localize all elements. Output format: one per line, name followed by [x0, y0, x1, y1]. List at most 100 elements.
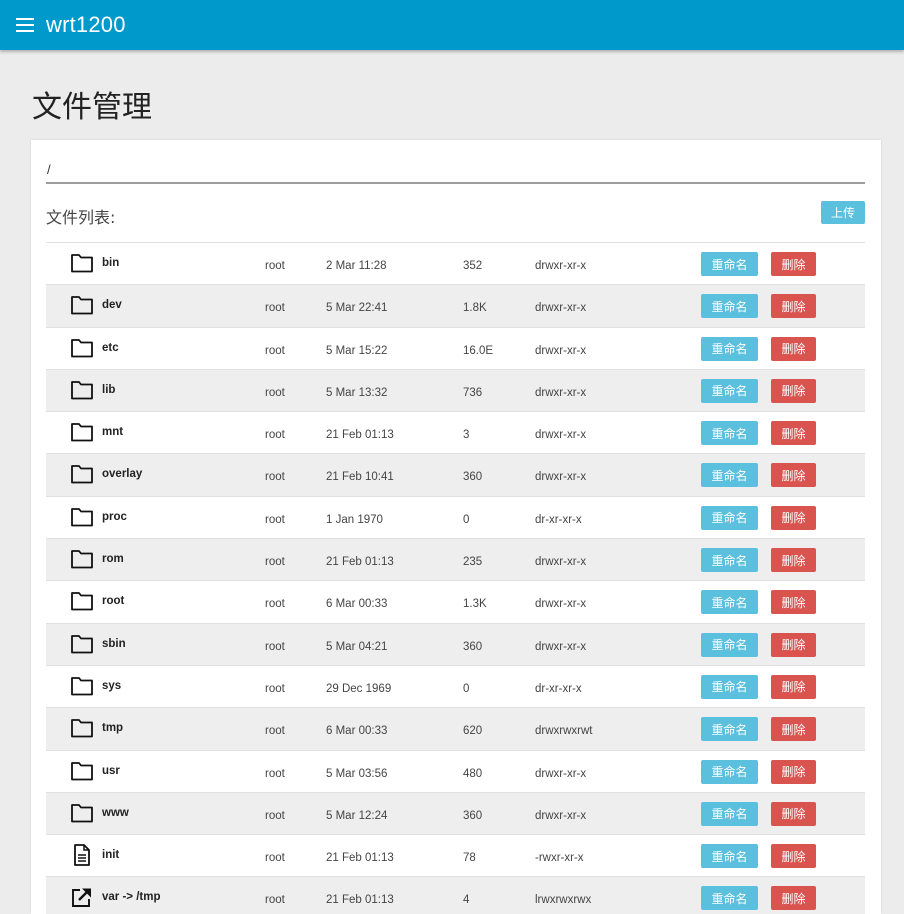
rename-button[interactable]: 重命名: [701, 844, 758, 869]
folder-icon: [70, 421, 94, 443]
file-row[interactable]: init root 21 Feb 01:13 78 -rwxr-xr-x 重命名…: [46, 835, 865, 878]
rename-button[interactable]: 重命名: [701, 336, 758, 361]
rename-button[interactable]: 重命名: [701, 801, 758, 826]
file-name[interactable]: rom: [102, 553, 124, 565]
file-owner: root: [265, 809, 285, 822]
file-permissions: drwxr-xr-x: [535, 640, 587, 653]
file-owner: root: [265, 344, 285, 357]
delete-button[interactable]: 删除: [771, 336, 816, 361]
file-name[interactable]: proc: [102, 511, 127, 523]
file-size: 736: [463, 386, 483, 399]
delete-button[interactable]: 删除: [771, 252, 816, 276]
rename-button[interactable]: 重命名: [701, 463, 758, 488]
rename-button[interactable]: 重命名: [701, 632, 758, 657]
rename-button[interactable]: 重命名: [701, 252, 758, 276]
file-row[interactable]: proc root 1 Jan 1970 0 dr-xr-xr-x 重命名 删除: [46, 496, 865, 540]
rename-button[interactable]: 重命名: [701, 294, 758, 319]
file-row[interactable]: bin root 2 Mar 11:28 352 drwxr-xr-x 重命名 …: [46, 243, 865, 286]
delete-button[interactable]: 删除: [771, 463, 816, 488]
file-date: 1 Jan 1970: [326, 513, 383, 526]
file-name[interactable]: www: [102, 807, 129, 819]
upload-button[interactable]: 上传: [821, 201, 865, 224]
file-row[interactable]: rom root 21 Feb 01:13 235 drwxr-xr-x 重命名…: [46, 539, 865, 582]
file-name[interactable]: lib: [102, 384, 115, 396]
delete-button[interactable]: 删除: [771, 548, 816, 573]
app-title: wrt1200: [46, 12, 126, 37]
delete-button[interactable]: 删除: [771, 801, 816, 826]
file-row[interactable]: lib root 5 Mar 13:32 736 drwxr-xr-x 重命名 …: [46, 369, 865, 413]
file-row[interactable]: dev root 5 Mar 22:41 1.8K drwxr-xr-x 重命名…: [46, 285, 865, 328]
file-row[interactable]: sbin root 5 Mar 04:21 360 drwxr-xr-x 重命名…: [46, 623, 865, 666]
delete-button[interactable]: 删除: [771, 632, 816, 657]
file-permissions: drwxr-xr-x: [535, 809, 587, 822]
file-name[interactable]: etc: [102, 342, 119, 354]
rename-button[interactable]: 重命名: [701, 717, 758, 742]
rename-button[interactable]: 重命名: [701, 759, 758, 784]
file-date: 5 Mar 15:22: [326, 344, 388, 357]
delete-button[interactable]: 删除: [771, 674, 816, 699]
folder-icon: [70, 506, 94, 528]
folder-icon: [70, 717, 94, 739]
file-owner: root: [265, 852, 285, 865]
file-name[interactable]: sys: [102, 680, 121, 692]
file-row[interactable]: root root 6 Mar 00:33 1.3K drwxr-xr-x 重命…: [46, 581, 865, 624]
file-name[interactable]: root: [102, 595, 124, 607]
file-size: 0: [463, 513, 470, 526]
file-name[interactable]: dev: [102, 299, 122, 311]
file-owner: root: [265, 513, 285, 526]
delete-button[interactable]: 删除: [771, 505, 816, 530]
file-date: 6 Mar 00:33: [326, 725, 388, 738]
delete-button[interactable]: 删除: [771, 590, 816, 615]
rename-button[interactable]: 重命名: [701, 421, 758, 446]
delete-button[interactable]: 删除: [771, 886, 816, 911]
path-input[interactable]: [46, 156, 865, 184]
file-date: 5 Mar 13:32: [326, 386, 388, 399]
delete-button[interactable]: 删除: [771, 844, 816, 869]
file-name[interactable]: var -> /tmp: [102, 891, 160, 903]
file-size: 360: [463, 640, 483, 653]
file-permissions: dr-xr-xr-x: [535, 513, 582, 526]
top-app-bar: wrt1200: [0, 0, 904, 50]
folder-icon: [70, 802, 94, 824]
file-name[interactable]: usr: [102, 765, 120, 777]
file-permissions: drwxr-xr-x: [535, 260, 587, 272]
file-permissions: drwxr-xr-x: [535, 344, 587, 357]
file-size: 480: [463, 767, 483, 780]
file-row[interactable]: mnt root 21 Feb 01:13 3 drwxr-xr-x 重命名 删…: [46, 412, 865, 455]
file-list-label: 文件列表:: [46, 208, 116, 227]
file-date: 21 Feb 01:13: [326, 556, 394, 569]
file-name[interactable]: overlay: [102, 468, 142, 480]
rename-button[interactable]: 重命名: [701, 548, 758, 573]
file-owner: root: [265, 386, 285, 399]
file-row[interactable]: www root 5 Mar 12:24 360 drwxr-xr-x 重命名 …: [46, 792, 865, 836]
rename-button[interactable]: 重命名: [701, 674, 758, 699]
delete-button[interactable]: 删除: [771, 717, 816, 742]
file-name[interactable]: mnt: [102, 426, 123, 438]
rename-button[interactable]: 重命名: [701, 590, 758, 615]
rename-button[interactable]: 重命名: [701, 378, 758, 403]
rename-button[interactable]: 重命名: [701, 505, 758, 530]
delete-button[interactable]: 删除: [771, 759, 816, 784]
menu-icon[interactable]: [16, 18, 34, 32]
file-name[interactable]: sbin: [102, 638, 126, 650]
file-row[interactable]: etc root 5 Mar 15:22 16.0E drwxr-xr-x 重命…: [46, 327, 865, 370]
delete-button[interactable]: 删除: [771, 378, 816, 403]
file-row[interactable]: var -> /tmp root 21 Feb 01:13 4 lrwxrwxr…: [46, 877, 865, 914]
file-row[interactable]: usr root 5 Mar 03:56 480 drwxr-xr-x 重命名 …: [46, 750, 865, 793]
delete-button[interactable]: 删除: [771, 421, 816, 446]
file-size: 3: [463, 429, 470, 442]
file-row[interactable]: tmp root 6 Mar 00:33 620 drwxrwxrwt 重命名 …: [46, 708, 865, 751]
folder-icon: [70, 463, 94, 485]
file-row[interactable]: overlay root 21 Feb 10:41 360 drwxr-xr-x…: [46, 454, 865, 497]
rename-button[interactable]: 重命名: [701, 886, 758, 911]
file-date: 5 Mar 04:21: [326, 640, 388, 653]
file-size: 360: [463, 471, 483, 484]
file-row[interactable]: sys root 29 Dec 1969 0 dr-xr-xr-x 重命名 删除: [46, 665, 865, 709]
file-name[interactable]: bin: [102, 257, 119, 269]
file-name[interactable]: tmp: [102, 722, 123, 734]
folder-icon: [70, 548, 94, 570]
file-name[interactable]: init: [102, 849, 119, 861]
file-size: 235: [463, 556, 483, 569]
file-permissions: -rwxr-xr-x: [535, 852, 584, 865]
delete-button[interactable]: 删除: [771, 294, 816, 319]
